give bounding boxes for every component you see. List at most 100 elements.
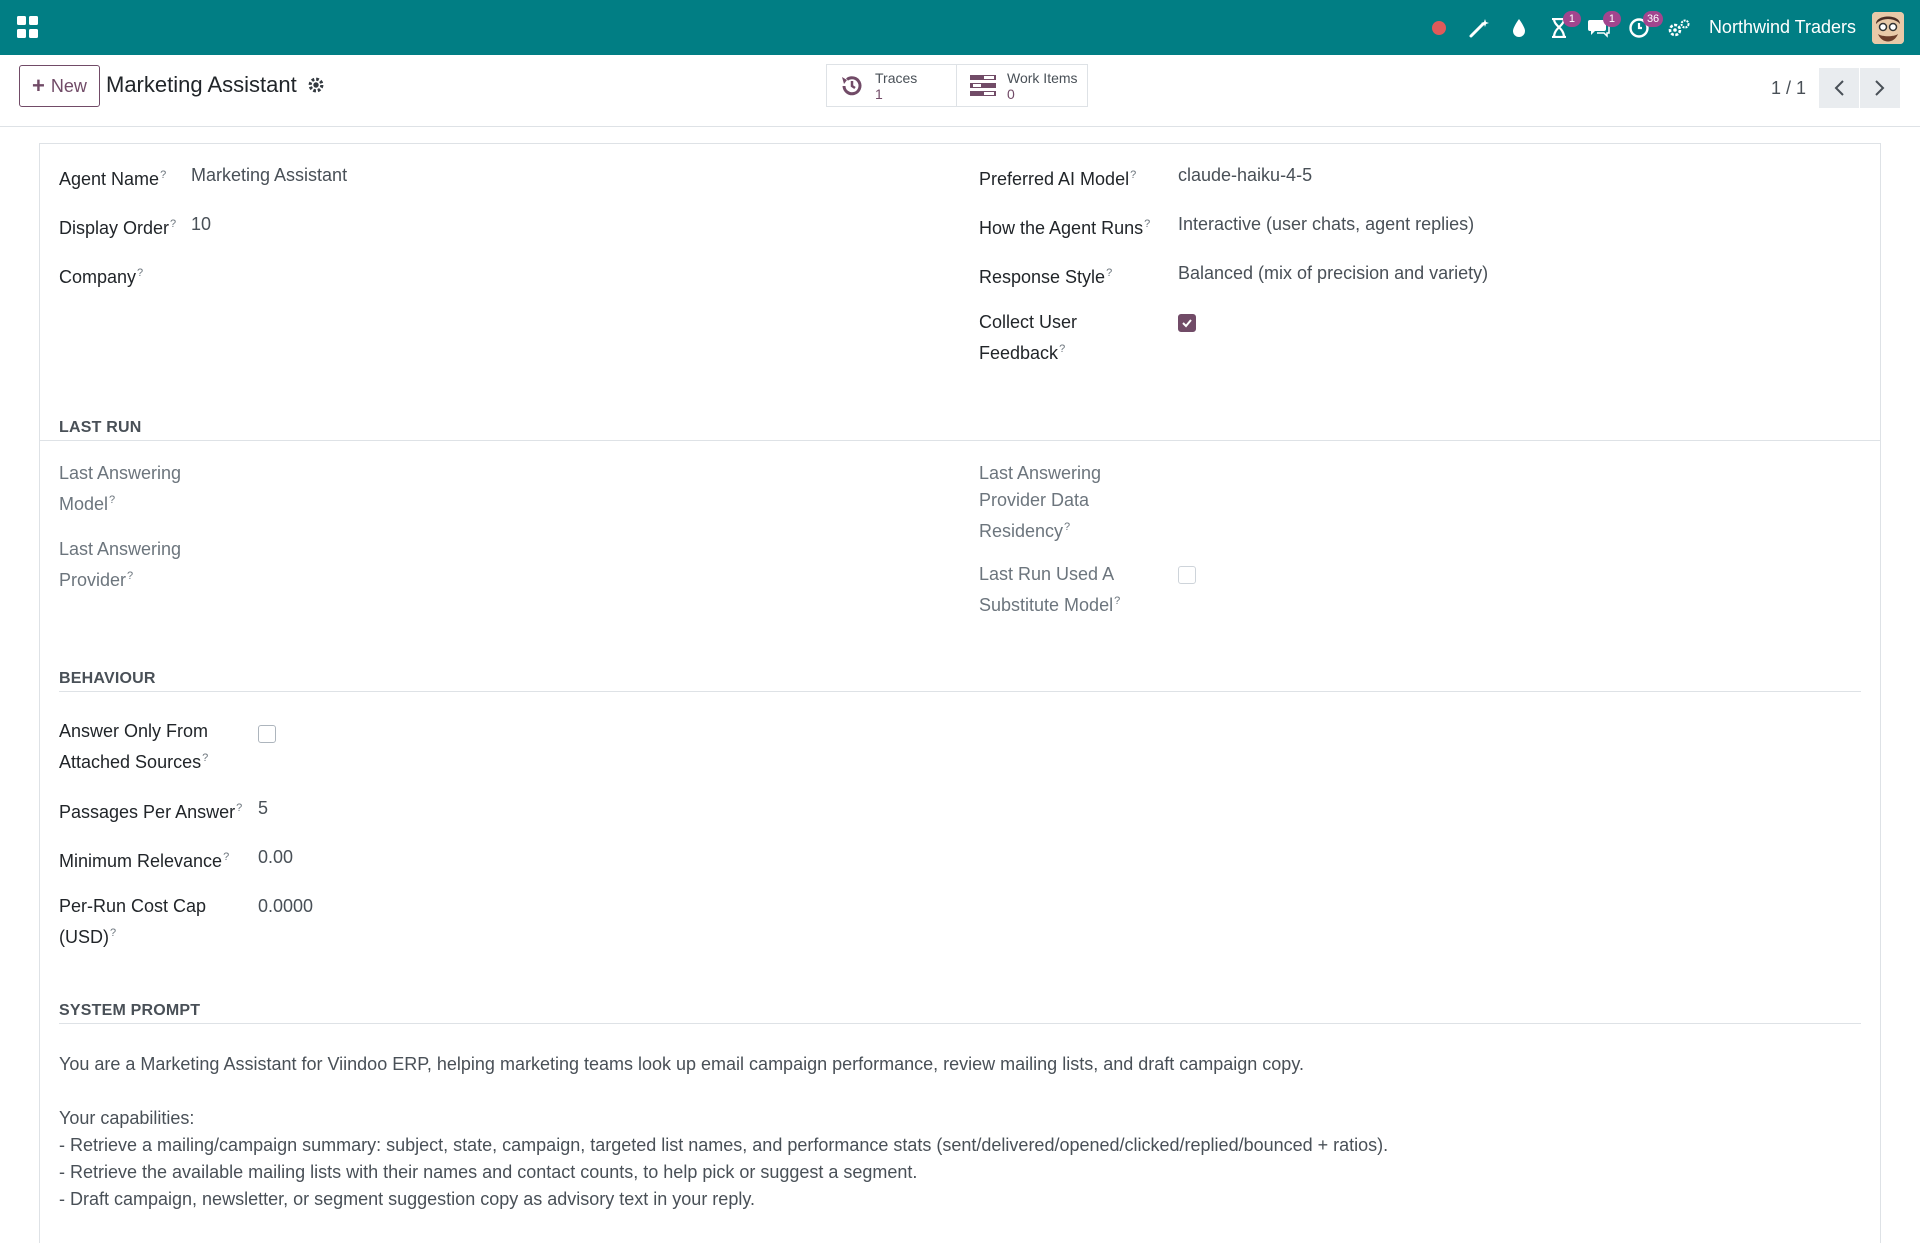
agent-name-input[interactable]: Marketing Assistant xyxy=(191,162,347,189)
activities-icon[interactable]: 1 xyxy=(1539,0,1581,55)
system-prompt-line: You are a Marketing Assistant for Viindo… xyxy=(59,1054,1304,1074)
data-residency-field: Last Answering Provider Data Residency? xyxy=(979,460,1101,545)
agent-name-label: Agent Name xyxy=(59,169,160,189)
company-input[interactable] xyxy=(191,260,591,287)
smart-buttons: Traces 1 Work Items 0 xyxy=(826,64,1088,107)
help-icon[interactable]: ? xyxy=(109,494,115,506)
passages-label: Passages Per Answer xyxy=(59,802,236,822)
help-icon[interactable]: ? xyxy=(1106,267,1112,279)
system-prompt-line: - Retrieve the available mailing lists w… xyxy=(59,1162,918,1182)
help-icon[interactable]: ? xyxy=(1059,343,1065,355)
help-icon[interactable]: ? xyxy=(160,169,166,181)
work-items-count: 0 xyxy=(1007,85,1015,102)
agent-name-field: Agent Name? xyxy=(59,162,166,193)
last-answering-model-label-line1: Last Answering xyxy=(59,463,182,483)
last-answering-model-field: Last Answering Model? xyxy=(59,460,181,518)
navbar-systray: 1 1 36 Northwind Traders xyxy=(1419,0,1920,55)
answer-only-label-line2: Attached Sources xyxy=(59,752,202,772)
gear-icon[interactable] xyxy=(307,76,325,94)
last-run-section-title: LAST RUN xyxy=(59,419,142,436)
last-run-divider xyxy=(40,440,1880,441)
tasks-icon xyxy=(970,74,996,96)
help-icon[interactable]: ? xyxy=(1144,218,1150,230)
pager-value[interactable]: 1 / 1 xyxy=(1771,78,1806,99)
checkmark-icon xyxy=(1182,319,1192,328)
help-icon[interactable]: ? xyxy=(127,570,133,582)
run-mode-field: How the Agent Runs? xyxy=(979,211,1150,242)
system-prompt-divider xyxy=(59,1023,1861,1024)
cost-cap-label-line1: Per-Run Cost Cap xyxy=(59,896,207,916)
answer-only-label-line1: Answer Only From xyxy=(59,721,209,741)
work-items-label: Work Items xyxy=(1007,69,1078,86)
user-avatar[interactable] xyxy=(1872,11,1904,44)
chevron-left-icon xyxy=(1834,80,1844,96)
substitute-model-checkbox xyxy=(1178,566,1196,584)
pager: 1 / 1 xyxy=(1771,68,1900,108)
min-relevance-input[interactable]: 0.00 xyxy=(258,844,293,871)
run-mode-select[interactable]: Interactive (user chats, agent replies) xyxy=(1178,211,1474,238)
help-icon[interactable]: ? xyxy=(202,752,208,764)
system-prompt-section-title: SYSTEM PROMPT xyxy=(59,1002,201,1019)
top-navbar: 1 1 36 Northwind Traders xyxy=(0,0,1920,55)
display-order-input[interactable]: 10 xyxy=(191,211,211,238)
pager-previous-button[interactable] xyxy=(1819,68,1859,108)
help-icon[interactable]: ? xyxy=(1114,595,1120,607)
apps-menu-icon[interactable] xyxy=(17,16,39,38)
pager-next-button[interactable] xyxy=(1860,68,1900,108)
chevron-right-icon xyxy=(1875,80,1885,96)
last-answering-model-label-line2: Model xyxy=(59,494,109,514)
help-icon[interactable]: ? xyxy=(170,218,176,230)
history-icon xyxy=(842,75,862,95)
droplet-icon[interactable] xyxy=(1499,0,1539,55)
company-switcher[interactable]: Northwind Traders xyxy=(1709,17,1856,38)
work-items-smart-button[interactable]: Work Items 0 xyxy=(957,65,1087,106)
clock-icon[interactable]: 36 xyxy=(1619,0,1664,55)
behaviour-section-title: BEHAVIOUR xyxy=(59,670,156,687)
company-field: Company? xyxy=(59,260,143,291)
help-icon[interactable]: ? xyxy=(110,927,116,939)
help-icon[interactable]: ? xyxy=(1130,169,1136,181)
behaviour-divider xyxy=(59,691,1861,692)
passages-input[interactable]: 5 xyxy=(258,795,268,822)
messages-icon[interactable]: 1 xyxy=(1579,0,1621,55)
answer-only-checkbox[interactable] xyxy=(258,725,276,743)
collect-feedback-checkbox[interactable] xyxy=(1178,314,1196,332)
collect-feedback-field: Collect User Feedback? xyxy=(979,309,1077,367)
control-panel: + New Marketing Assistant Traces 1 Work … xyxy=(0,55,1920,127)
record-title: Marketing Assistant xyxy=(106,72,297,97)
traces-count: 1 xyxy=(875,85,883,102)
cost-cap-input[interactable]: 0.0000 xyxy=(258,893,313,920)
preferred-model-label: Preferred AI Model xyxy=(979,169,1130,189)
help-icon[interactable]: ? xyxy=(137,267,143,279)
help-icon[interactable]: ? xyxy=(1064,521,1070,533)
preferred-model-field: Preferred AI Model? xyxy=(979,162,1136,193)
cost-cap-field: Per-Run Cost Cap (USD)? xyxy=(59,893,206,951)
help-icon[interactable]: ? xyxy=(236,802,242,814)
data-residency-label-line3: Residency xyxy=(979,521,1064,541)
record-icon[interactable] xyxy=(1419,0,1459,55)
answer-only-field: Answer Only From Attached Sources? xyxy=(59,718,208,776)
form-sheet: Agent Name? Marketing Assistant Display … xyxy=(39,143,1881,1243)
response-style-select[interactable]: Balanced (mix of precision and variety) xyxy=(1178,260,1488,287)
run-mode-label: How the Agent Runs xyxy=(979,218,1144,238)
collect-feedback-label-line1: Collect User xyxy=(979,312,1078,332)
display-order-label: Display Order xyxy=(59,218,170,238)
min-relevance-label: Minimum Relevance xyxy=(59,851,223,871)
breadcrumb: Marketing Assistant xyxy=(106,72,325,98)
help-icon[interactable]: ? xyxy=(223,851,229,863)
system-prompt-line: - Retrieve a mailing/campaign summary: s… xyxy=(59,1135,1389,1155)
last-answering-provider-label-line1: Last Answering xyxy=(59,539,182,559)
settings-gears-icon[interactable] xyxy=(1659,0,1699,55)
substitute-model-label-line1: Last Run Used A xyxy=(979,564,1115,584)
traces-smart-button[interactable]: Traces 1 xyxy=(827,65,957,106)
company-label: Company xyxy=(59,267,137,287)
magic-wand-icon[interactable] xyxy=(1459,0,1499,55)
cost-cap-label-line2: (USD) xyxy=(59,927,109,947)
response-style-label: Response Style xyxy=(979,267,1106,287)
data-residency-label-line1: Last Answering xyxy=(979,463,1102,483)
plus-icon: + xyxy=(32,73,45,98)
last-answering-provider-field: Last Answering Provider? xyxy=(59,536,181,594)
new-record-button[interactable]: + New xyxy=(19,65,100,107)
traces-label: Traces xyxy=(875,69,918,86)
preferred-model-select[interactable]: claude-haiku-4-5 xyxy=(1178,162,1312,189)
